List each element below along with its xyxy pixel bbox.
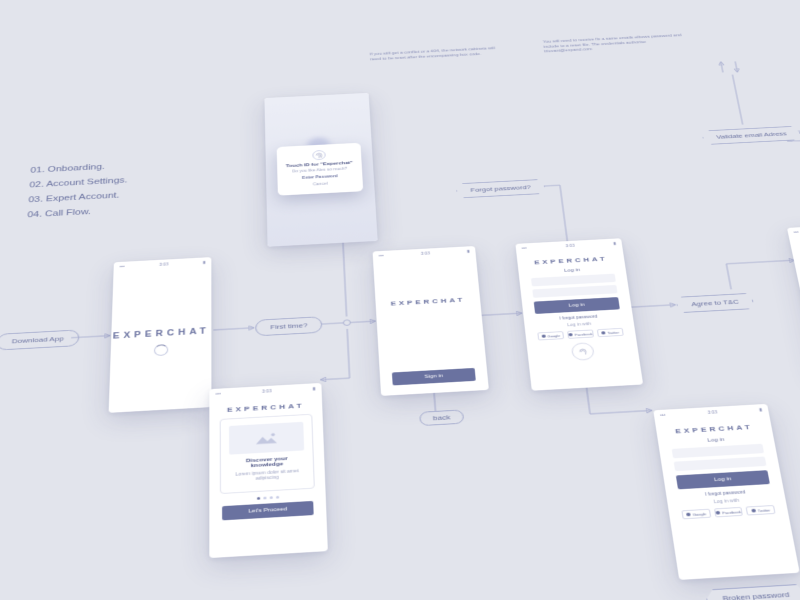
social-twitter[interactable]: Twitter bbox=[746, 505, 776, 515]
proceed-button[interactable]: Let's Proceed bbox=[222, 501, 314, 520]
status-bar: •••3:03▮ bbox=[653, 404, 769, 420]
sign-in-button[interactable]: Sign in bbox=[392, 368, 476, 386]
node-first-time[interactable]: First time? bbox=[255, 316, 323, 336]
brand-logo: EXPERCHAT bbox=[111, 327, 211, 341]
email-field[interactable] bbox=[531, 274, 616, 287]
login-button[interactable]: Log in bbox=[676, 470, 770, 489]
node-download-app[interactable]: Download App bbox=[0, 330, 79, 351]
onboarding-card: Discover your knowledge Lorem ipsum dolo… bbox=[220, 414, 315, 494]
node-back[interactable]: back bbox=[419, 409, 464, 426]
dialog-action-cancel[interactable]: Cancel bbox=[283, 180, 357, 188]
screen-touch-id: Touch ID for "Experchat" Do you like Ale… bbox=[264, 93, 377, 247]
social-google[interactable]: Google bbox=[537, 331, 564, 340]
section-legend: 01. Onboarding. 02. Account Settings. 03… bbox=[27, 159, 128, 223]
card-title: Discover your knowledge bbox=[229, 455, 304, 470]
social-row: Google Facebook Twitter bbox=[537, 328, 623, 341]
status-bar: •••3:03▮ bbox=[209, 383, 321, 399]
status-bar: •••3:03▮ bbox=[787, 222, 800, 236]
social-row: Google Facebook Twitter bbox=[681, 505, 775, 519]
social-facebook[interactable]: Facebook bbox=[714, 507, 744, 518]
screen-login: •••3:03▮ EXPERCHAT Log in Log in I forgo… bbox=[515, 238, 643, 390]
social-google[interactable]: Google bbox=[681, 509, 711, 520]
branch-node bbox=[343, 319, 351, 326]
password-field[interactable] bbox=[532, 285, 617, 298]
flow-canvas: If you still get a conflict or a 404, th… bbox=[0, 0, 800, 600]
spinner-icon bbox=[154, 344, 168, 356]
social-facebook[interactable]: Facebook bbox=[567, 330, 594, 339]
screen-social-login: •••3:03▮ EXPERCHAT Log in Log in I forgo… bbox=[653, 404, 799, 580]
brand-logo: EXPERCHAT bbox=[209, 401, 322, 415]
note-block: You will need to receive fix a same emai… bbox=[543, 33, 688, 55]
image-placeholder-icon bbox=[229, 422, 304, 455]
status-bar: •••3:03▮ bbox=[373, 246, 476, 260]
node-agree-tc[interactable]: Agree to T&C bbox=[675, 293, 755, 313]
fingerprint-icon[interactable] bbox=[571, 342, 595, 361]
brand-logo: EXPERCHAT bbox=[517, 254, 624, 266]
screen-signin-landing: •••3:03▮ EXPERCHAT Sign in bbox=[373, 246, 489, 396]
node-validate-email[interactable]: Validate email Adress bbox=[701, 126, 800, 145]
card-caption: Lorem ipsum dolor sit amet adipiscing bbox=[229, 468, 305, 483]
social-twitter[interactable]: Twitter bbox=[597, 328, 624, 337]
signup-heading: Sign up / set up profile bbox=[793, 249, 800, 259]
status-bar: •••3:03▮ bbox=[114, 257, 212, 271]
touch-id-dialog: Touch ID for "Experchat" Do you like Ale… bbox=[277, 143, 364, 196]
email-field[interactable] bbox=[672, 444, 764, 459]
screen-discover: •••3:03▮ EXPERCHAT Discover your knowled… bbox=[209, 383, 328, 558]
node-forgot-password[interactable]: Forgot password? bbox=[456, 179, 546, 198]
screen-splash: •••3:03▮ EXPERCHAT bbox=[109, 257, 212, 413]
fingerprint-icon bbox=[312, 150, 325, 160]
login-button[interactable]: Log in bbox=[534, 297, 620, 314]
brand-logo: EXPERCHAT bbox=[790, 238, 800, 250]
screen-signup: •••3:03▮ EXPERCHAT Sign up / set up prof… bbox=[787, 222, 800, 376]
password-field[interactable] bbox=[674, 456, 767, 471]
note-block: If you still get a conflict or a 404, th… bbox=[370, 46, 505, 62]
status-bar: •••3:03▮ bbox=[515, 238, 622, 252]
brand-logo: EXPERCHAT bbox=[656, 422, 772, 436]
node-broken-password[interactable]: Broken password bbox=[705, 584, 800, 600]
